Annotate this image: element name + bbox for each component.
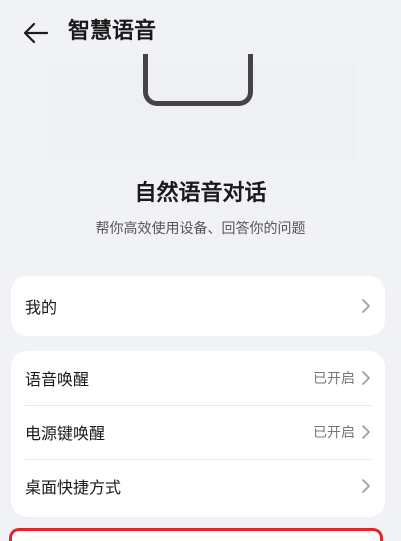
feature-subtitle: 帮你高效使用设备、回答你的问题 xyxy=(95,221,306,237)
voice-wakeup-row[interactable]: 语音唤醒 已开启 xyxy=(11,351,385,405)
power-key-wakeup-status: 已开启 xyxy=(313,425,355,441)
desktop-shortcut-row[interactable]: 桌面快捷方式 xyxy=(11,459,385,513)
voice-wakeup-label: 语音唤醒 xyxy=(25,370,90,389)
smart-voice-page: 智慧语音 自然语音对话 帮你高效使用设备、回答你的问题 我的 语音唤醒 已开启 … xyxy=(0,0,401,541)
settings-card: 语音唤醒 已开启 电源键唤醒 已开启 桌面快捷方式 xyxy=(11,351,385,517)
page-title: 智慧语音 xyxy=(68,19,157,44)
power-key-wakeup-row[interactable]: 电源键唤醒 已开启 xyxy=(11,405,385,459)
highlighted-next-card[interactable] xyxy=(9,528,383,541)
feature-title: 自然语音对话 xyxy=(134,181,267,206)
back-button[interactable] xyxy=(20,17,52,49)
mine-label: 我的 xyxy=(25,298,58,317)
feature-illustration xyxy=(46,54,355,160)
chevron-right-icon xyxy=(362,371,370,385)
chevron-right-icon xyxy=(362,479,370,493)
chevron-right-icon xyxy=(362,299,370,313)
arrow-left-icon xyxy=(23,22,49,44)
power-key-wakeup-label: 电源键唤醒 xyxy=(25,424,106,443)
desktop-shortcut-label: 桌面快捷方式 xyxy=(25,478,122,497)
mine-row[interactable]: 我的 xyxy=(11,276,385,336)
voice-wakeup-status: 已开启 xyxy=(313,371,355,387)
phone-illustration xyxy=(143,54,253,106)
chevron-right-icon xyxy=(362,425,370,439)
mine-card: 我的 xyxy=(11,276,385,336)
